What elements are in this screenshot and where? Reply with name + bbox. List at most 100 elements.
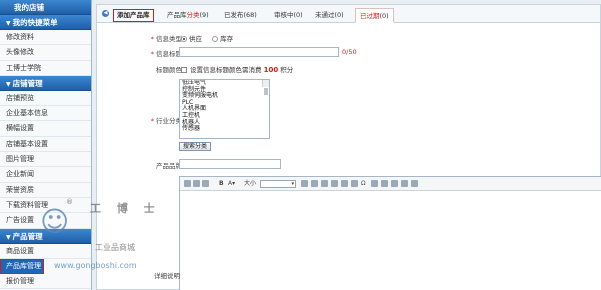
sidebar-group-label: 店铺管理 [12,78,43,88]
align-left-icon[interactable] [371,180,378,187]
form-row-type: * 信息类型 供应 库存 [97,32,601,44]
tab-label: 审核中 [274,11,294,19]
search-category-button[interactable]: 搜索分类 [179,142,212,151]
font-color-icon[interactable]: A▾ [228,180,235,188]
sidebar-item-quotes[interactable]: 报价管理 [0,274,91,290]
color-label: 标题颜色 [156,66,182,74]
sidebar-group-shop[interactable]: ▼ 店铺管理 [0,75,91,91]
tab-label: 产品库 [167,11,187,19]
type-label-text: 信息类型 [156,35,182,43]
listbox-option[interactable]: 传感器 [180,126,269,133]
form-row-title: * 信息标题 0/50 [97,47,601,59]
align-justify-icon[interactable] [401,180,408,187]
color-points: 100 [263,66,279,74]
brand-input[interactable] [179,159,281,169]
image-icon[interactable] [321,180,328,187]
tab-add-product[interactable]: 添加产品库 [113,9,154,22]
sidebar: 我的店铺 ▼ 我的快捷菜单 修改资料 头像修改 工博士学院 ▼ 店铺管理 店铺预览 … [0,0,92,290]
color-unit: 积分 [280,66,294,74]
table-icon[interactable] [341,180,348,187]
special-char-icon[interactable]: Ω [361,180,366,188]
scrollbar-thumb[interactable] [264,88,268,95]
tab-published[interactable]: 已发布(68) [224,8,257,23]
radio-supply[interactable]: 供应 [181,35,202,43]
type-radio-group: 供应 库存 [181,33,233,43]
radio-label: 库存 [220,35,234,43]
sidebar-item-avatar[interactable]: 头像修改 [0,45,91,61]
sidebar-item-images[interactable]: 图片管理 [0,152,91,168]
radio-checked-icon [181,36,187,42]
sidebar-item-academy[interactable]: 工博士学院 [0,61,91,76]
sidebar-group-products[interactable]: ▼ 产品管理 [0,228,91,244]
type-label: * 信息类型 [151,33,182,43]
sidebar-item-shop-preview[interactable]: 店铺预览 [0,91,91,107]
tab-count: (68) [243,11,257,19]
color-text: 设置信息标题颜色需消费 [190,66,262,74]
radio-stock[interactable]: 库存 [212,35,233,43]
radio-unchecked-icon [212,36,219,42]
color-checkbox[interactable] [181,67,187,73]
form-row-industry: * 行业分类 低压电气 控制元件 变频伺服电机 PLC 人机界面 工控机 机器人 … [97,79,601,154]
tab-bar: ◀ 添加产品库 产品库分类(9) 已发布(68) 审核中(0) 未通过(0) 已… [97,5,600,23]
sidebar-item-news[interactable]: 企业新闻 [0,167,91,183]
industry-label: * 行业分类 [151,115,182,125]
sidebar-group-label: 我的快捷菜单 [12,18,58,27]
tab-not-passed[interactable]: 未通过(0) [315,8,344,23]
sidebar-item-goods-settings[interactable]: 商品设置 [0,244,91,259]
sidebar-item-downloads[interactable]: 下载资料管理 [0,198,91,214]
sidebar-item-honors[interactable]: 荣誉资质 [0,183,91,198]
bold-icon[interactable]: B [219,180,224,188]
editor-toolbar: B A▾ 大小 ▾ Ω [180,177,601,191]
align-center-icon[interactable] [381,180,388,187]
title-input[interactable] [179,47,339,57]
main-panel: ◀ 添加产品库 产品库分类(9) 已发布(68) 审核中(0) 未通过(0) 已… [96,4,601,290]
tab-label: 未通过 [315,11,335,19]
hr-icon[interactable] [351,180,358,187]
title-label: * 信息标题 [151,48,182,58]
back-icon[interactable]: ◀ [102,10,109,17]
listbox-scrollbar[interactable] [262,80,269,95]
sidebar-group-label: 产品管理 [12,231,43,241]
sidebar-group-quick-menu[interactable]: ▼ 我的快捷菜单 [0,15,91,30]
triangle-down-icon: ▼ [6,20,11,27]
required-mark: * [150,35,154,43]
tab-pending[interactable]: 审核中(0) [274,8,303,23]
sidebar-title: 我的店铺 [0,0,91,15]
triangle-down-icon: ▼ [6,80,11,88]
form-row-color: 标题颜色 设置信息标题颜色需消费 100 积分 [97,63,601,75]
sidebar-item-edit-profile[interactable]: 修改资料 [0,30,91,46]
link-icon[interactable] [301,180,308,187]
sidebar-item-company-info[interactable]: 企业基本信息 [0,106,91,122]
title-counter-text: 0/50 [342,48,357,56]
unlink-icon[interactable] [311,180,318,187]
tab-expired[interactable]: 已过期(0) [355,8,394,23]
flash-icon[interactable] [331,180,338,187]
radio-label: 供应 [189,35,202,43]
source-icon[interactable] [411,180,418,187]
listbox-option[interactable]: 变频伺服电机 [180,93,269,100]
sidebar-item-banner[interactable]: 横幅设置 [0,121,91,137]
cut-icon[interactable] [184,180,191,187]
copy-icon[interactable] [193,180,200,187]
sidebar-item-ads[interactable]: 广告设置 [0,213,91,229]
tab-label: 已发布 [224,11,244,19]
font-size-select[interactable]: ▾ [260,180,296,188]
tab-count: (0) [293,11,303,19]
align-right-icon[interactable] [391,180,398,187]
form-row-brand: 产品品牌 [97,159,601,171]
triangle-down-icon: ▼ [6,233,11,241]
tab-product-library[interactable]: 产品库分类(9) [167,8,209,23]
paste-icon[interactable] [202,180,209,187]
description-label: 详细说明 [154,272,180,280]
color-option: 设置信息标题颜色需消费 100 积分 [181,64,293,74]
app-window: 我的店铺 ▼ 我的快捷菜单 修改资料 头像修改 工博士学院 ▼ 店铺管理 店铺预览 … [0,0,601,290]
tab-label-suffix: 分类 [186,11,200,19]
title-counter: 0/50 [342,48,357,56]
required-mark: * [150,50,154,58]
sidebar-item-shop-settings[interactable]: 店铺基本设置 [0,137,91,153]
tab-count: (0) [334,11,344,19]
industry-listbox[interactable]: 低压电气 控制元件 变频伺服电机 PLC 人机界面 工控机 机器人 传感器 [179,79,270,139]
rich-text-editor[interactable]: B A▾ 大小 ▾ Ω [179,176,601,290]
sidebar-item-product-library[interactable]: 产品库管理 [0,258,44,275]
tab-count: (9) [199,11,209,19]
